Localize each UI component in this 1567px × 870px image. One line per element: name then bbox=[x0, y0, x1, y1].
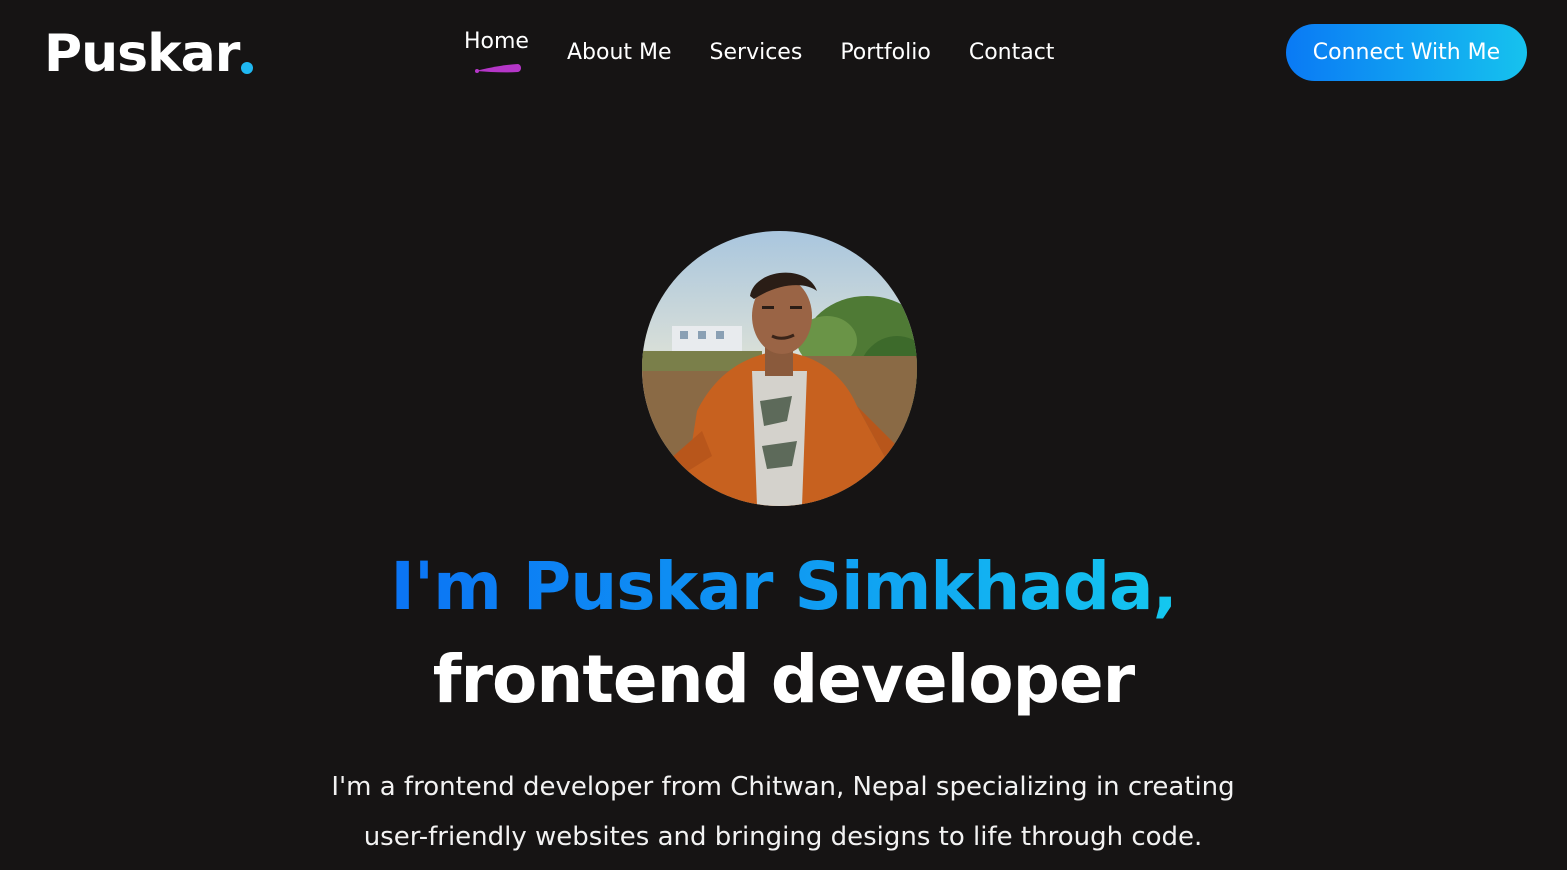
nav-item-about[interactable]: About Me bbox=[567, 39, 672, 67]
hero-headline-highlight: I'm Puskar Simkhada, bbox=[390, 548, 1177, 625]
nav-item-services-label: Services bbox=[709, 40, 803, 65]
site-logo[interactable]: Puskar bbox=[44, 24, 254, 84]
active-underline-icon bbox=[475, 64, 521, 73]
hero-headline-role: frontend developer bbox=[432, 641, 1135, 718]
main-nav: Home About Me Services Portfolio Contact bbox=[464, 28, 1055, 73]
connect-with-me-button[interactable]: Connect With Me bbox=[1286, 24, 1527, 81]
portfolio-page: Puskar Home About Me Services Portfolio … bbox=[0, 0, 1567, 870]
nav-item-portfolio-label: Portfolio bbox=[840, 40, 931, 65]
hero-intro-line-2: user-friendly websites and bringing desi… bbox=[363, 822, 1203, 852]
hero-intro: I'm a frontend developer from Chitwan, N… bbox=[283, 762, 1283, 862]
nav-item-about-label: About Me bbox=[566, 40, 672, 65]
logo-text: Puskar bbox=[44, 24, 240, 84]
profile-photo bbox=[642, 231, 917, 506]
logo-dot-icon bbox=[241, 62, 254, 74]
nav-item-contact-label: Contact bbox=[968, 40, 1055, 65]
profile-photo-illustration bbox=[642, 231, 917, 506]
nav-item-home[interactable]: Home bbox=[464, 28, 529, 73]
hero-intro-line-1: I'm a frontend developer from Chitwan, N… bbox=[331, 772, 1235, 802]
nav-item-contact[interactable]: Contact bbox=[969, 39, 1055, 67]
hero-headline-name: I'm Puskar Simkhada, bbox=[0, 548, 1567, 626]
nav-item-services[interactable]: Services bbox=[710, 39, 803, 67]
nav-item-portfolio[interactable]: Portfolio bbox=[840, 39, 931, 67]
nav-item-home-label: Home bbox=[464, 29, 529, 54]
